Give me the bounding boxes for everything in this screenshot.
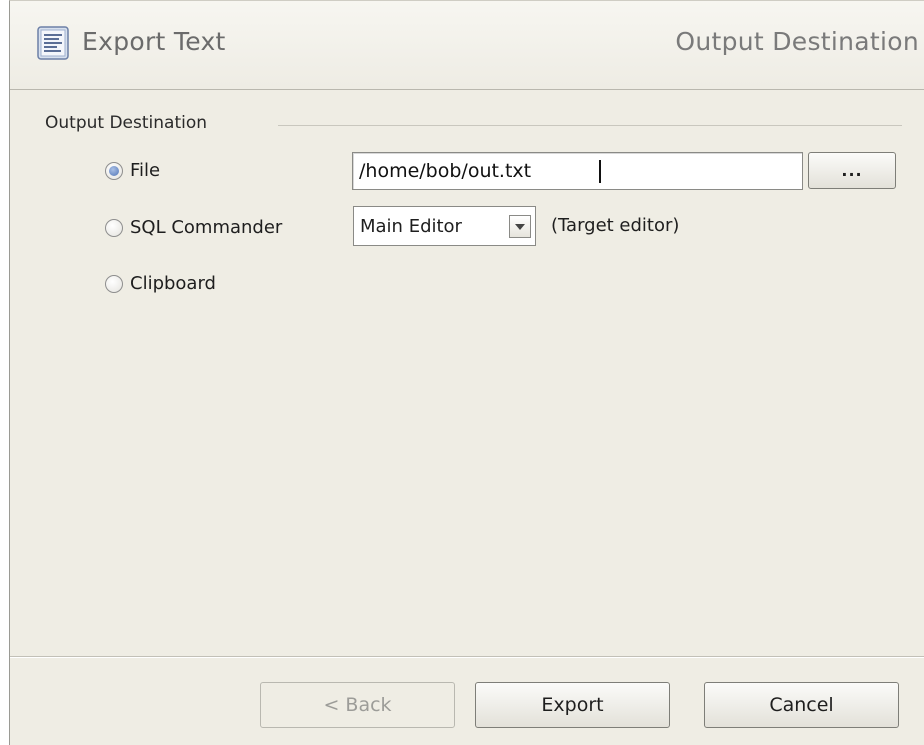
sql-commander-radio-button[interactable] bbox=[105, 218, 123, 237]
dialog-header: Export Text Output Destination bbox=[10, 1, 924, 90]
document-text-icon bbox=[37, 26, 69, 60]
text-cursor bbox=[599, 160, 601, 183]
file-radio-label[interactable]: File bbox=[130, 160, 160, 181]
sql-commander-radio-label[interactable]: SQL Commander bbox=[130, 217, 282, 238]
file-radio-option[interactable]: File bbox=[105, 160, 160, 181]
cancel-button[interactable]: Cancel bbox=[704, 682, 899, 728]
clipboard-radio-label[interactable]: Clipboard bbox=[130, 273, 216, 294]
target-editor-selected-value: Main Editor bbox=[360, 215, 462, 237]
target-editor-select[interactable]: Main Editor bbox=[353, 206, 536, 246]
footer-divider bbox=[10, 656, 924, 658]
file-path-input[interactable] bbox=[352, 152, 803, 190]
clipboard-radio-button[interactable] bbox=[105, 274, 123, 293]
output-destination-group-title: Output Destination bbox=[45, 113, 218, 133]
group-divider bbox=[278, 125, 902, 126]
file-radio-button[interactable] bbox=[105, 161, 123, 180]
browse-button[interactable]: ... bbox=[808, 152, 896, 189]
wizard-step-title: Output Destination bbox=[675, 27, 919, 56]
target-editor-note: (Target editor) bbox=[551, 215, 680, 236]
clipboard-radio-option[interactable]: Clipboard bbox=[105, 273, 216, 294]
back-button[interactable]: < Back bbox=[260, 682, 455, 728]
dialog-title: Export Text bbox=[82, 27, 226, 56]
export-button[interactable]: Export bbox=[475, 682, 670, 728]
chevron-down-icon[interactable] bbox=[509, 215, 531, 238]
sql-commander-radio-option[interactable]: SQL Commander bbox=[105, 217, 282, 238]
export-text-dialog: Export Text Output Destination Output De… bbox=[9, 0, 924, 745]
